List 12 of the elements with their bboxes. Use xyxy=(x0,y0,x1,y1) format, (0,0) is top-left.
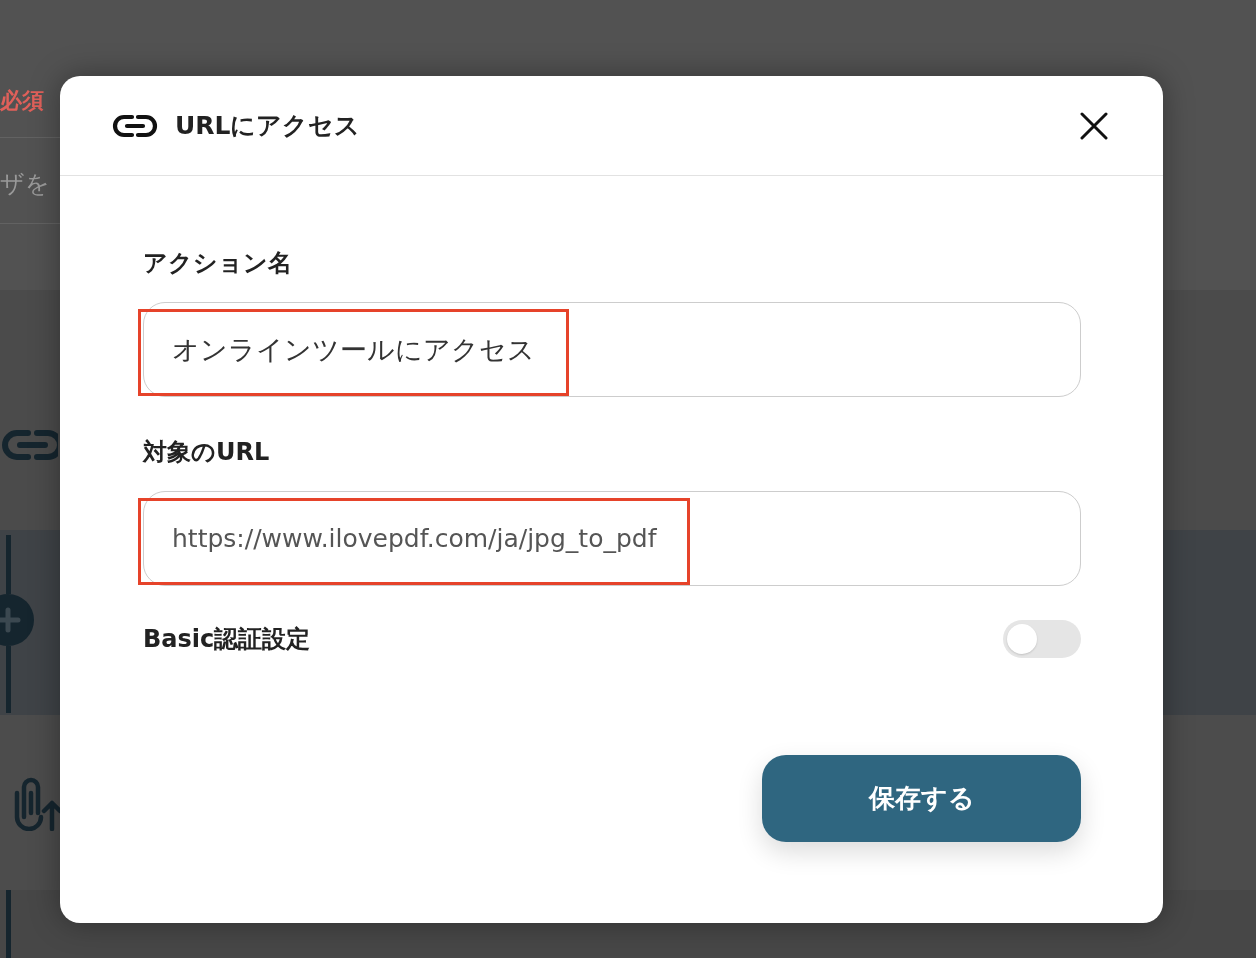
field-label: アクション名 xyxy=(143,248,292,279)
toggle-switch[interactable] xyxy=(1003,620,1081,658)
required-note: 必須 xyxy=(0,89,44,113)
dialog-title: URLにアクセス xyxy=(175,110,362,142)
save-button[interactable]: 保存する xyxy=(762,755,1081,842)
field-label: 対象のURL xyxy=(143,437,270,468)
link-icon xyxy=(0,428,58,462)
close-icon xyxy=(1080,111,1108,140)
close-button[interactable] xyxy=(1080,111,1108,140)
link-icon xyxy=(112,113,158,138)
toggle-label: Basic認証設定 xyxy=(143,624,311,655)
field-hint: ザを xyxy=(0,169,50,199)
